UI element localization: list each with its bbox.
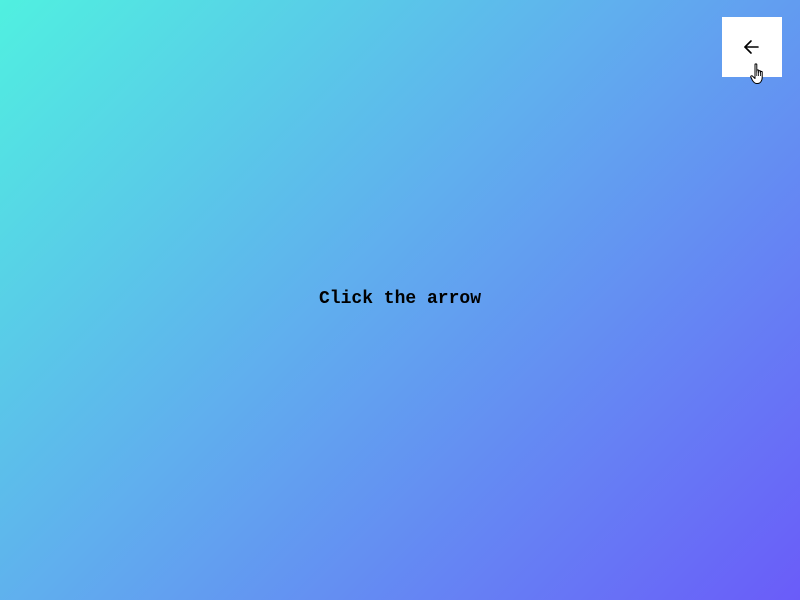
arrow-left-icon [742,37,762,57]
page-background: Click the arrow [0,0,800,600]
instruction-text: Click the arrow [318,289,482,309]
back-arrow-button[interactable] [722,17,782,77]
